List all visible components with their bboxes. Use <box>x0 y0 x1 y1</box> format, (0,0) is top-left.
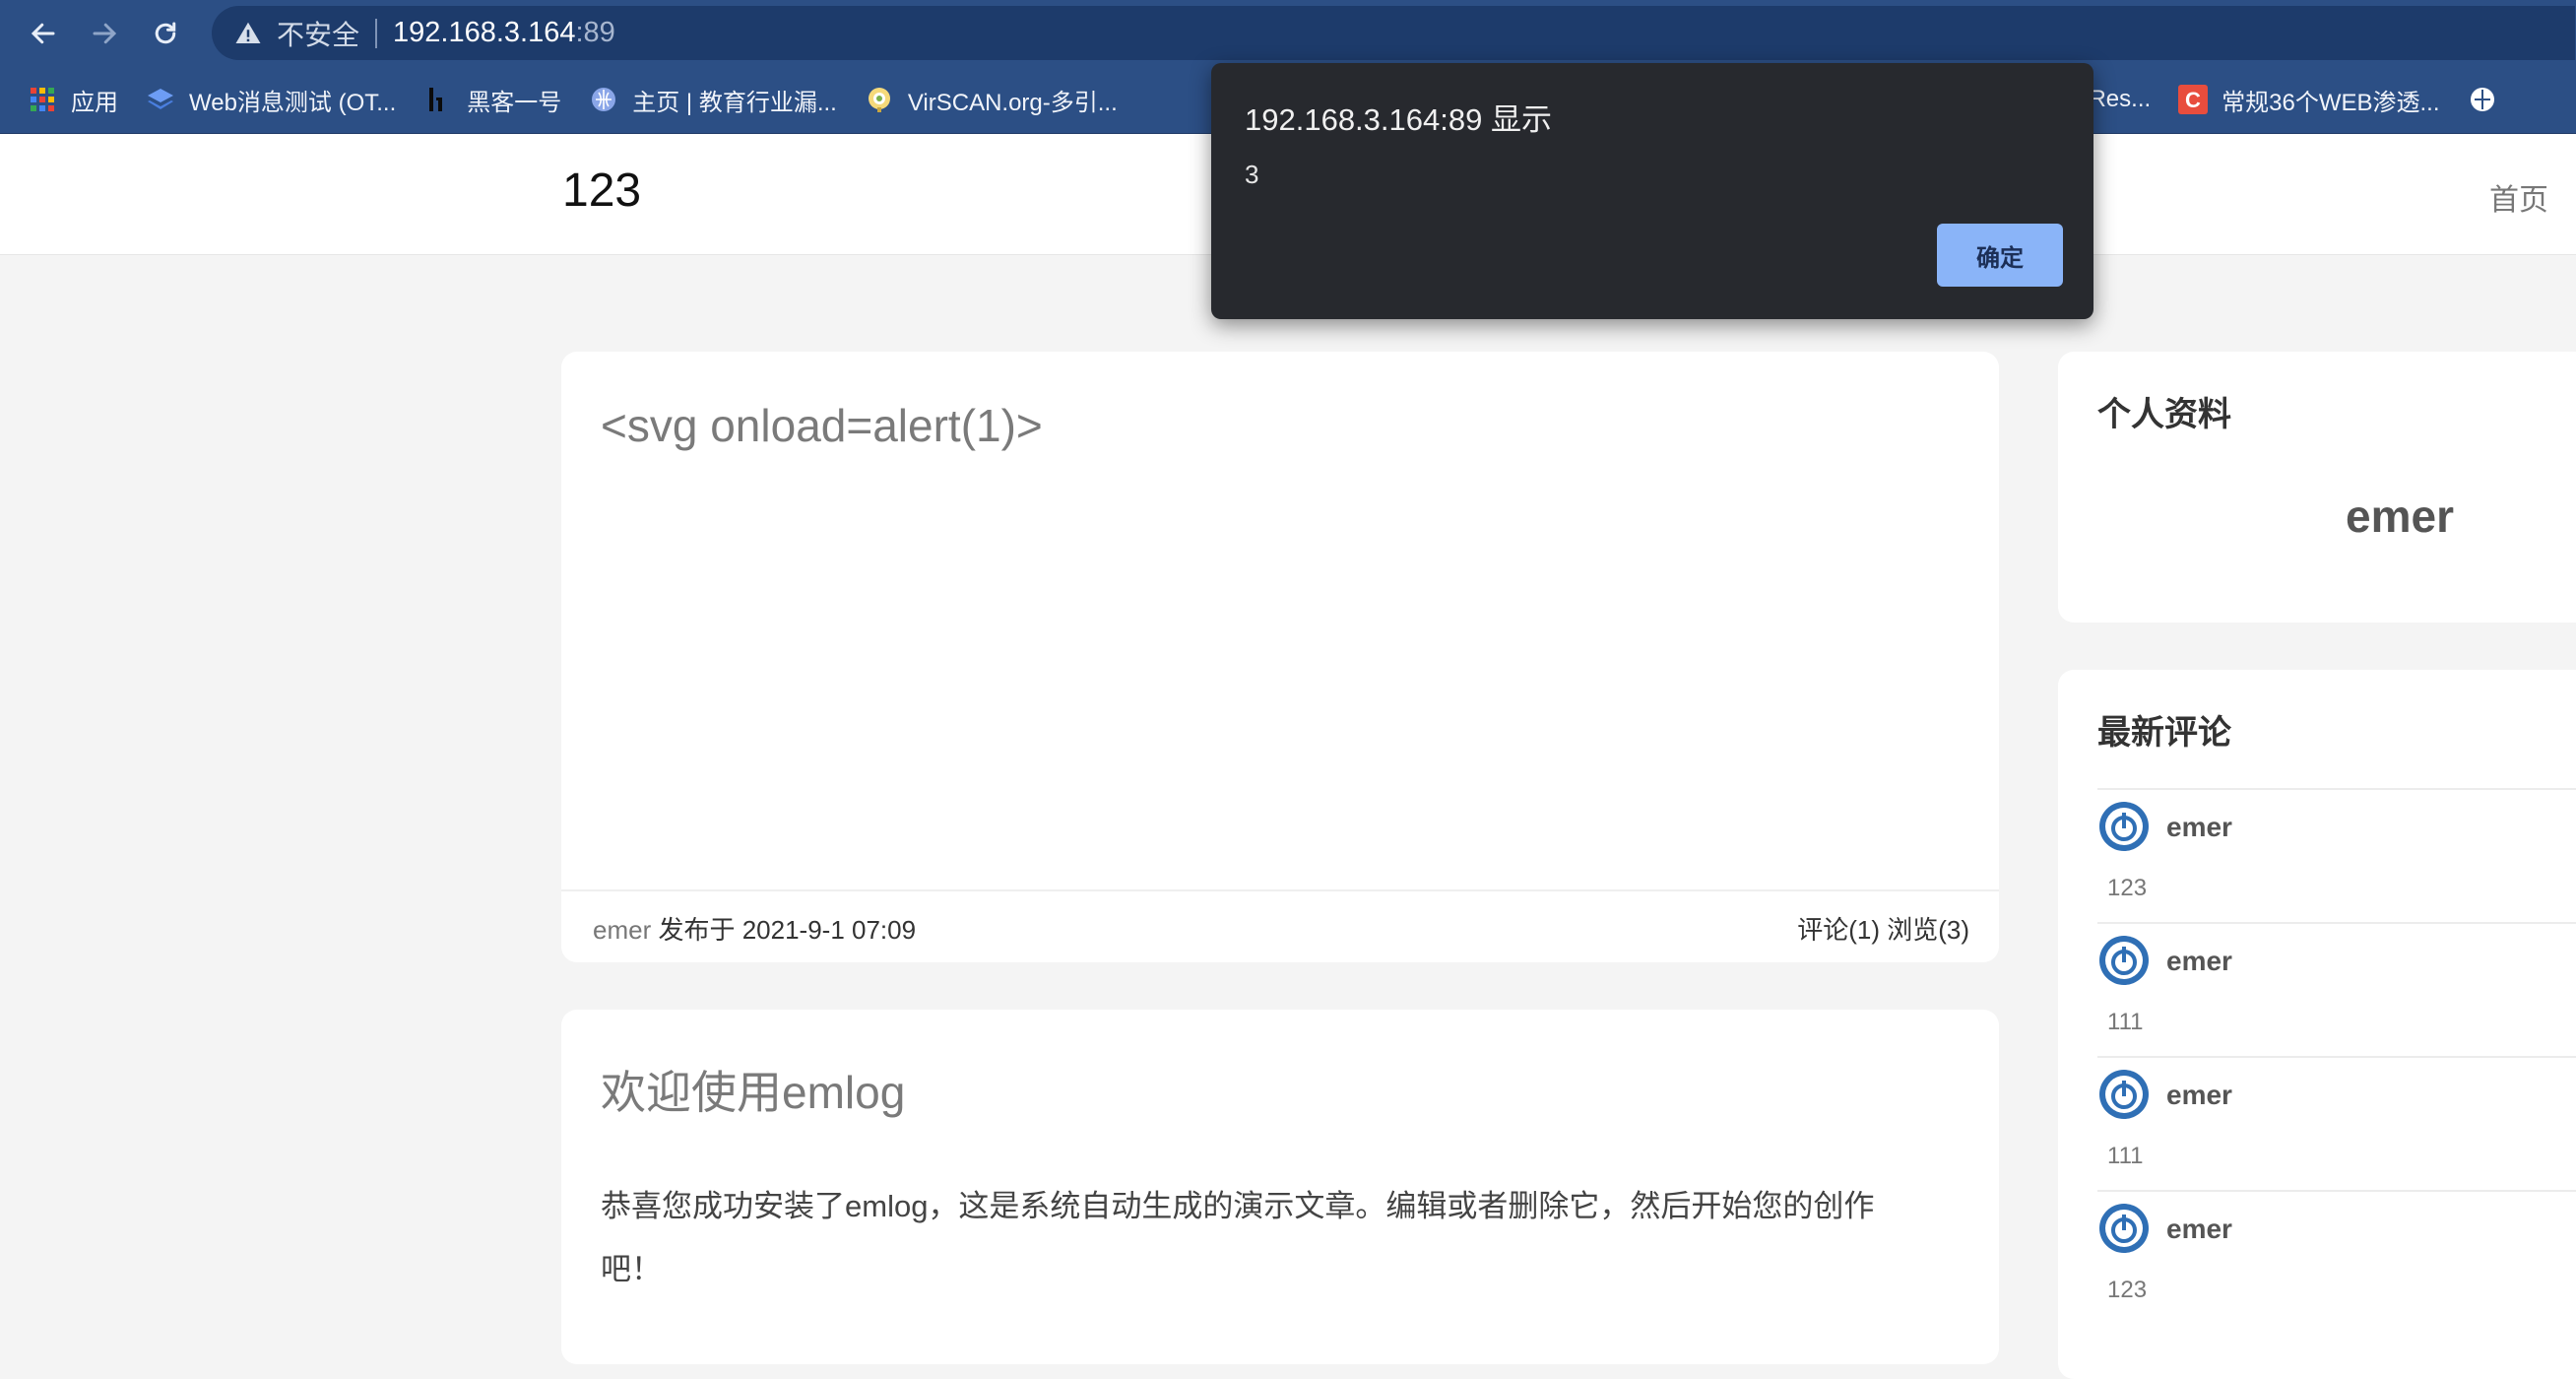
bookmark-more[interactable] <box>2468 85 2511 114</box>
bookmark-label: VirSCAN.org-多引... <box>907 89 1118 116</box>
post-title[interactable]: 欢迎使用emlog <box>601 1057 905 1122</box>
bookmark-hackerone[interactable]: 黑客一号 <box>423 83 561 117</box>
profile-widget: 个人资料 emer <box>2058 352 2576 623</box>
virscan-icon <box>865 85 894 114</box>
nav-home-link[interactable]: 首页 <box>2489 175 2548 219</box>
profile-name: emer <box>2346 491 2454 542</box>
alert-dialog: 192.168.3.164:89 显示 3 确定 <box>1211 63 2093 319</box>
bookmark-label: 主页 | 教育行业漏... <box>632 89 837 116</box>
h1-logo-icon <box>423 85 453 114</box>
comment-author: emer <box>2166 1214 2232 1244</box>
globe-icon <box>2468 85 2497 114</box>
bookmark-label: 应用 <box>71 89 118 116</box>
browser-toolbar: 不安全 192.168.3.164 :89 <box>0 0 2576 66</box>
ok-button[interactable]: 确定 <box>1937 224 2063 287</box>
post-meta: emer 发布于 2021-9-1 07:09 <box>593 910 916 947</box>
back-arrow-icon[interactable] <box>13 3 74 64</box>
bookmark-virscan[interactable]: VirSCAN.org-多引... <box>865 83 1118 117</box>
comment-item[interactable]: emer 123 <box>2097 788 2576 924</box>
globe-icon <box>589 85 618 114</box>
bookmark-web-message-test[interactable]: Web消息测试 (OT... <box>146 83 396 117</box>
svg-text:C: C <box>2185 88 2201 112</box>
post-title[interactable]: <svg onload=alert(1)> <box>601 399 1043 452</box>
site-title[interactable]: 123 <box>562 164 641 218</box>
bookmark-edu-vuln[interactable]: 主页 | 教育行业漏... <box>589 83 837 117</box>
bookmark-web-pentest[interactable]: C 常规36个WEB渗透... <box>2178 83 2440 117</box>
dialog-message: 3 <box>1245 160 1259 189</box>
comment-text: 123 <box>2107 1277 2148 1303</box>
comment-text: 123 <box>2107 875 2148 901</box>
post-author[interactable]: emer <box>593 915 651 945</box>
reload-icon[interactable] <box>135 3 196 64</box>
comment-text: 111 <box>2107 1009 2144 1035</box>
post-excerpt: 恭喜您成功安装了emlog，这是系统自动生成的演示文章。编辑或者删除它，然后开始… <box>601 1189 1875 1286</box>
avatar-power-icon <box>2099 936 2149 985</box>
bookmark-label: 常规36个WEB渗透... <box>2222 89 2440 116</box>
bookmark-apps[interactable]: 应用 <box>28 83 118 117</box>
url-port: :89 <box>575 17 615 48</box>
forward-arrow-icon[interactable] <box>74 3 135 64</box>
security-status[interactable]: 不安全 <box>277 14 359 53</box>
url-host: 192.168.3.164 <box>393 17 576 48</box>
avatar-power-icon <box>2099 1070 2149 1119</box>
post-date: 发布于 2021-9-1 07:09 <box>658 914 917 945</box>
avatar-power-icon <box>2099 802 2149 851</box>
csdn-c-icon: C <box>2178 85 2209 114</box>
post-footer: emer 发布于 2021-9-1 07:09 评论(1) 浏览(3) <box>561 889 1999 964</box>
warning-triangle-icon[interactable] <box>233 19 263 48</box>
post-card: 欢迎使用emlog 恭喜您成功安装了emlog，这是系统自动生成的演示文章。编辑… <box>561 1010 1999 1364</box>
comment-author: emer <box>2166 1080 2232 1110</box>
bookmark-label: Web消息测试 (OT... <box>189 89 397 116</box>
comment-author: emer <box>2166 812 2232 842</box>
layers-icon <box>146 85 175 114</box>
comment-item[interactable]: emer 123 <box>2097 1190 2576 1326</box>
comment-text: 111 <box>2107 1143 2144 1169</box>
comment-author: emer <box>2166 946 2232 976</box>
widget-title: 最新评论 <box>2097 714 2231 752</box>
comment-item[interactable]: emer 111 <box>2097 1056 2576 1192</box>
widget-title: 个人资料 <box>2097 396 2231 433</box>
post-card: <svg onload=alert(1)> emer 发布于 2021-9-1 … <box>561 352 1999 962</box>
address-bar[interactable]: 不安全 192.168.3.164 :89 <box>212 6 2575 60</box>
post-stats[interactable]: 评论(1) 浏览(3) <box>1797 910 1969 947</box>
bookmark-label: 黑客一号 <box>467 89 562 116</box>
latest-comments-widget: 最新评论 emer 123 emer 111 emer 111 emer 123 <box>2058 670 2576 1379</box>
address-separator <box>375 18 378 48</box>
dialog-title: 192.168.3.164:89 显示 <box>1245 102 1552 137</box>
comment-item[interactable]: emer 111 <box>2097 922 2576 1058</box>
apps-grid-icon <box>28 85 57 114</box>
avatar-power-icon <box>2099 1204 2149 1253</box>
